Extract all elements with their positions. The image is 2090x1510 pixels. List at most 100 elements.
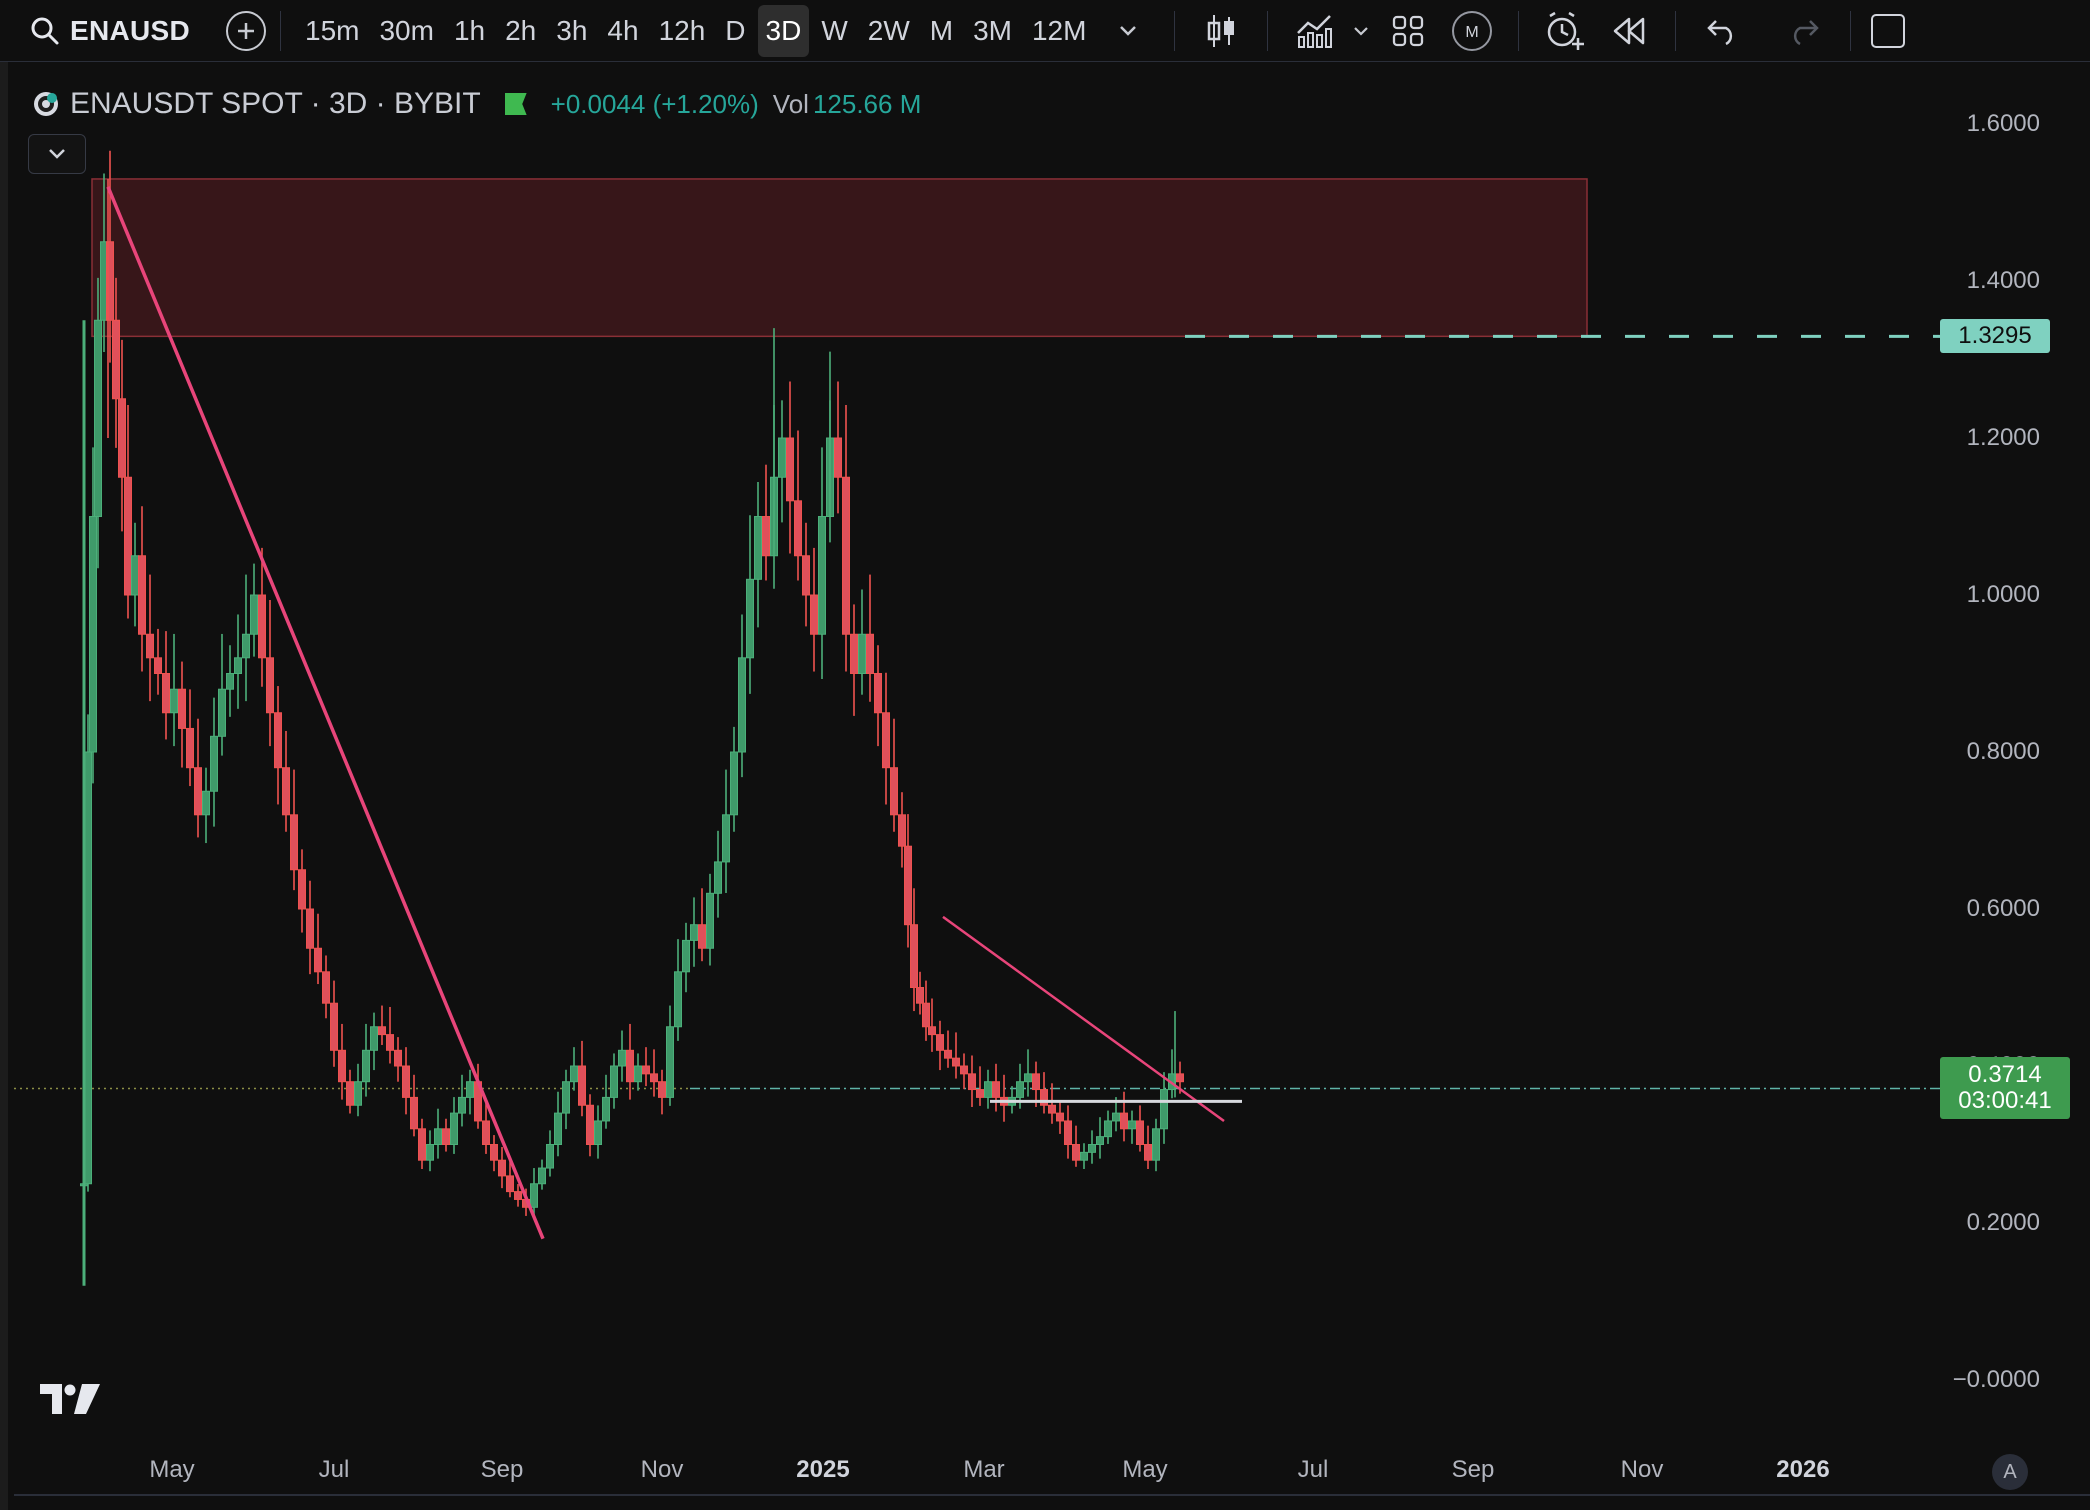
time-tick-label: Nov: [640, 1456, 684, 1483]
indicator-template-button[interactable]: M: [1446, 5, 1498, 57]
candle-body: [602, 1096, 610, 1122]
candle-body: [1120, 1112, 1128, 1130]
timeframe-w[interactable]: W: [813, 5, 855, 57]
candle-body: [984, 1081, 992, 1098]
indicators-dropdown[interactable]: [1346, 5, 1376, 57]
undo-button[interactable]: [1696, 5, 1748, 57]
fullscreen-button[interactable]: [1871, 13, 1906, 48]
candle-body: [882, 712, 890, 769]
candle-body: [746, 578, 754, 659]
candle-body: [386, 1034, 394, 1051]
timeframe-2h[interactable]: 2h: [497, 5, 544, 57]
chart-type-button[interactable]: [1195, 5, 1247, 57]
candle-body: [418, 1128, 426, 1161]
legend-collapse-button[interactable]: [28, 134, 86, 174]
candle-body: [242, 633, 250, 659]
candle-body: [698, 924, 706, 949]
symbol-search[interactable]: ENAUSD: [0, 0, 210, 62]
timeframe-3d[interactable]: 3D: [757, 4, 810, 57]
candle-body: [338, 1049, 346, 1083]
candle-body: [490, 1144, 498, 1161]
candle-body: [618, 1049, 626, 1067]
candle-body: [1080, 1151, 1088, 1161]
auto-scale-button[interactable]: A: [1992, 1454, 2028, 1490]
timeframe-3h[interactable]: 3h: [548, 5, 595, 57]
layout-button[interactable]: [1382, 5, 1434, 57]
redo-button[interactable]: [1778, 5, 1830, 57]
candle-body: [466, 1081, 474, 1098]
candle-body: [578, 1065, 586, 1106]
price-tick-label: 1.6000: [1966, 110, 2040, 137]
candle-body: [162, 673, 170, 714]
candle-body: [1112, 1112, 1120, 1122]
indicators-button[interactable]: [1288, 5, 1340, 57]
candle-body: [362, 1049, 370, 1083]
rewind-icon: [1614, 17, 1645, 44]
legend-price-change: +0.0044 (+1.20%): [550, 88, 759, 119]
candle-body: [124, 476, 132, 596]
candle-body: [346, 1081, 354, 1106]
timeframe-30m[interactable]: 30m: [371, 5, 441, 57]
legend-symbol-title[interactable]: ENAUSDT SPOT · 3D · BYBIT: [70, 87, 481, 121]
time-tick-label: Sep: [480, 1456, 524, 1483]
timeframe-2w[interactable]: 2W: [860, 5, 918, 57]
timeframe-4h[interactable]: 4h: [599, 5, 646, 57]
layout-grid-icon: [1393, 15, 1424, 46]
candle-body: [442, 1128, 450, 1146]
candle-body: [968, 1073, 976, 1091]
search-icon: [31, 17, 59, 44]
timeframe-1h[interactable]: 1h: [446, 5, 493, 57]
candle-body: [928, 1026, 936, 1036]
indicators-icon: [1297, 14, 1333, 48]
timeframe-15m[interactable]: 15m: [297, 5, 367, 57]
candle-body: [112, 319, 120, 400]
chevron-down-icon: [1120, 25, 1137, 36]
time-tick-label: Jul: [1297, 1456, 1329, 1483]
alert-button[interactable]: [1539, 5, 1591, 57]
candle-body: [194, 767, 202, 816]
candle-body: [562, 1081, 570, 1114]
candle-body: [866, 633, 874, 674]
toolbar-divider: [1518, 10, 1520, 51]
candle-body: [330, 1002, 338, 1051]
candle-body: [642, 1065, 650, 1075]
candle-body: [1072, 1144, 1080, 1161]
timeframe-12m[interactable]: 12M: [1024, 5, 1094, 57]
candle-body: [498, 1159, 506, 1177]
price-tick-label: 0.2000: [1966, 1209, 2040, 1236]
timeframe-d[interactable]: D: [717, 5, 753, 57]
undo-icon: [1707, 19, 1733, 45]
candle-body: [458, 1096, 466, 1114]
price-chart[interactable]: [0, 62, 2090, 1510]
toolbar-divider: [280, 10, 281, 51]
candle-body: [898, 814, 906, 847]
candle-body: [910, 924, 918, 989]
time-tick-label: Sep: [1451, 1456, 1495, 1483]
timeframe-3m[interactable]: 3M: [965, 5, 1020, 57]
chart-legend: ENAUSDT SPOT · 3D · BYBIT +0.0044 (+1.20…: [32, 86, 921, 122]
candle-body: [138, 555, 146, 635]
candle-body: [610, 1065, 618, 1098]
timeframe-m[interactable]: M: [922, 5, 961, 57]
indicator-badge-label: M: [1466, 24, 1479, 41]
current-price-tag: 0.3714 03:00:41: [1940, 1057, 2070, 1120]
candle-body: [1056, 1112, 1064, 1122]
candle-body: [834, 437, 842, 478]
price-level-tag[interactable]: 1.3295: [1940, 319, 2050, 354]
candle-body: [762, 516, 770, 557]
candle-body: [378, 1026, 386, 1036]
replay-button[interactable]: [1603, 5, 1655, 57]
candle-body: [738, 657, 746, 753]
timeframe-dropdown[interactable]: [1102, 5, 1154, 57]
candle-body: [506, 1175, 514, 1193]
candle-body: [314, 947, 322, 973]
candle-body: [1064, 1120, 1072, 1145]
candle-body: [650, 1073, 658, 1083]
candle-body: [1096, 1136, 1104, 1146]
circle-badge-icon: M: [1452, 10, 1493, 51]
candle-body: [682, 939, 690, 973]
add-symbol-button[interactable]: [226, 10, 266, 51]
bottom-divider: [14, 1494, 2090, 1496]
timeframe-12h[interactable]: 12h: [651, 5, 714, 57]
candle-body: [178, 688, 186, 729]
